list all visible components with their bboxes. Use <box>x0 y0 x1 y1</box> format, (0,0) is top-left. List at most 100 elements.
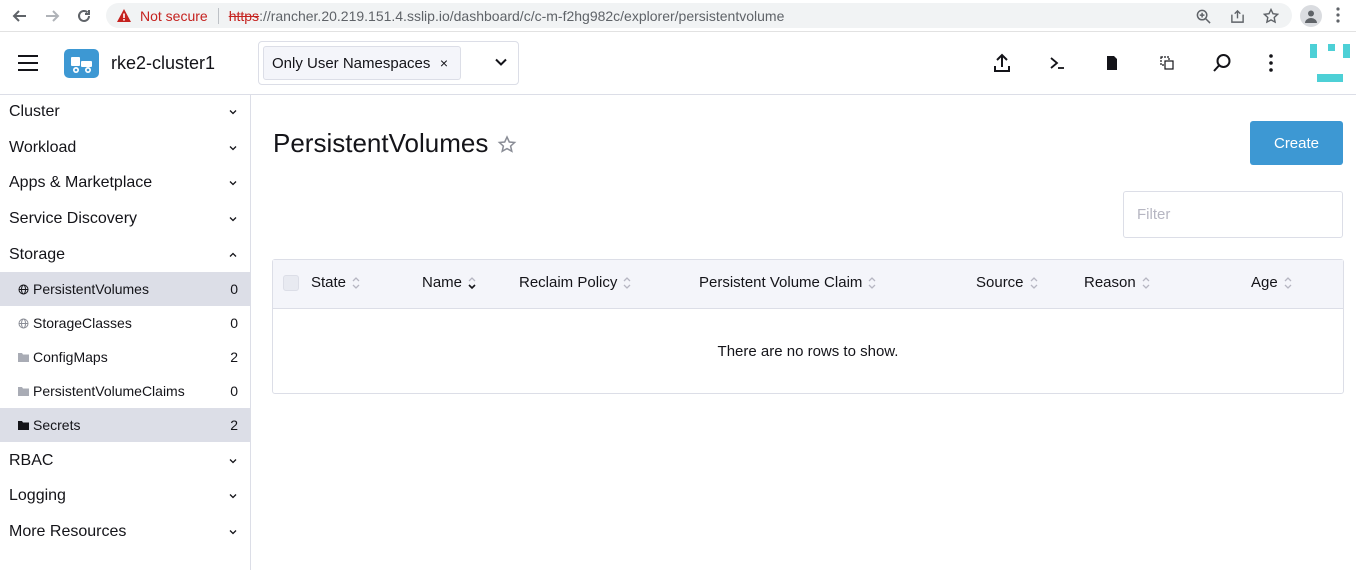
column-header-age[interactable]: Age <box>1251 274 1292 291</box>
warning-icon <box>117 8 131 22</box>
empty-table-message: There are no rows to show. <box>717 342 899 360</box>
sort-icon <box>1284 276 1292 289</box>
share-icon[interactable] <box>1228 7 1246 25</box>
sidebar-group-cluster[interactable]: Cluster <box>0 95 250 129</box>
back-icon[interactable] <box>10 6 30 26</box>
cluster-name: rke2-cluster1 <box>111 53 216 73</box>
persistentvolumes-table: State Name Reclaim Policy Persistent Vol… <box>272 259 1344 394</box>
chevron-up-icon <box>229 252 237 257</box>
remove-namespace-filter-icon[interactable]: × <box>440 55 448 71</box>
namespace-filter-label: Only User Namespaces <box>272 54 431 72</box>
reload-icon[interactable] <box>74 6 94 26</box>
url-scheme: https <box>228 7 260 24</box>
copy-kubeconfig-icon[interactable] <box>1156 52 1178 74</box>
sidebar-group-label: RBAC <box>9 452 54 469</box>
download-kubeconfig-icon[interactable] <box>1101 52 1123 74</box>
search-icon[interactable] <box>1211 52 1233 74</box>
sidebar-item-label: Secrets <box>33 417 81 433</box>
chevron-down-icon <box>229 181 237 186</box>
sort-icon <box>1142 276 1150 289</box>
column-header-source[interactable]: Source <box>976 274 1038 291</box>
sidebar-group-label: More Resources <box>9 523 127 540</box>
column-header-name[interactable]: Name <box>422 274 476 291</box>
column-label: Reason <box>1084 274 1136 291</box>
folder-icon <box>18 386 29 397</box>
sidebar-group-more-resources[interactable]: More Resources <box>0 515 250 549</box>
sidebar-group-label: Service Discovery <box>9 210 138 227</box>
url-text: ://rancher.20.219.151.4.sslip.io/dashboa… <box>259 7 785 24</box>
sidebar-item-persistentvolumeclaims[interactable]: PersistentVolumeClaims 0 <box>0 374 250 408</box>
chevron-down-icon[interactable] <box>494 55 508 69</box>
bookmark-star-icon[interactable] <box>1262 7 1280 25</box>
column-label: Source <box>976 274 1024 291</box>
sidebar-group-label: Workload <box>9 139 77 156</box>
sidebar-item-label: PersistentVolumes <box>33 281 149 297</box>
column-header-state[interactable]: State <box>311 274 360 291</box>
security-label: Not secure <box>140 7 208 24</box>
create-button[interactable]: Create <box>1250 121 1343 165</box>
browser-toolbar: Not secure https ://rancher.20.219.151.4… <box>0 0 1356 32</box>
sidebar-item-configmaps[interactable]: ConfigMaps 2 <box>0 340 250 374</box>
import-yaml-icon[interactable] <box>991 52 1013 74</box>
select-all-checkbox[interactable] <box>283 275 299 291</box>
sidebar-group-workload[interactable]: Workload <box>0 131 250 165</box>
kubectl-shell-icon[interactable] <box>1046 52 1068 74</box>
user-avatar[interactable] <box>1310 44 1350 84</box>
column-header-reclaim-policy[interactable]: Reclaim Policy <box>519 274 631 291</box>
menu-icon[interactable] <box>18 55 38 71</box>
sidebar-group-label: Cluster <box>9 103 60 120</box>
sidebar-item-secrets[interactable]: Secrets 2 <box>0 408 250 442</box>
sidebar-item-label: PersistentVolumeClaims <box>33 383 185 399</box>
sidebar-item-count: 2 <box>230 349 238 365</box>
filter-input[interactable] <box>1123 191 1343 238</box>
sidebar: Cluster Workload Apps & Marketplace Serv… <box>0 95 251 570</box>
namespace-filter-select[interactable]: Only User Namespaces × <box>258 41 519 85</box>
chevron-down-icon <box>229 110 237 115</box>
sort-icon <box>1030 276 1037 289</box>
table-header: State Name Reclaim Policy Persistent Vol… <box>273 260 1343 309</box>
sidebar-group-service-discovery[interactable]: Service Discovery <box>0 202 250 236</box>
sidebar-item-label: StorageClasses <box>33 315 132 331</box>
page-title: PersistentVolumes <box>273 128 489 158</box>
chevron-down-icon <box>229 459 237 464</box>
folder-icon <box>18 420 29 431</box>
sidebar-group-label: Apps & Marketplace <box>9 174 153 191</box>
omnibox-divider <box>217 7 219 24</box>
chevron-down-icon <box>229 217 237 222</box>
column-label: Reclaim Policy <box>519 274 618 291</box>
sort-icon <box>352 276 360 289</box>
sidebar-group-label: Logging <box>9 487 66 504</box>
zoom-icon[interactable] <box>1194 7 1212 25</box>
column-header-persistent-volume-claim[interactable]: Persistent Volume Claim <box>699 274 876 291</box>
app-header: rke2-cluster1 Only User Namespaces × <box>0 32 1356 95</box>
sidebar-item-persistentvolumes[interactable]: PersistentVolumes 0 <box>0 272 250 306</box>
security-indicator[interactable]: Not secure <box>116 8 208 24</box>
sidebar-item-count: 0 <box>230 383 238 399</box>
browser-menu-icon[interactable] <box>1336 7 1340 27</box>
sort-icon <box>623 276 631 289</box>
folder-icon <box>18 352 29 363</box>
sidebar-item-count: 0 <box>230 281 238 297</box>
forward-icon[interactable] <box>42 6 62 26</box>
globe-icon <box>18 318 29 329</box>
globe-icon <box>18 284 29 295</box>
column-label: Persistent Volume Claim <box>699 274 863 291</box>
sidebar-item-count: 2 <box>230 417 238 433</box>
sidebar-group-logging[interactable]: Logging <box>0 479 250 513</box>
namespace-filter-chip: Only User Namespaces × <box>263 46 461 80</box>
sort-icon <box>468 276 476 289</box>
profile-icon[interactable] <box>1300 5 1322 27</box>
sidebar-group-apps-marketplace[interactable]: Apps & Marketplace <box>0 166 250 200</box>
column-label: Age <box>1251 274 1278 291</box>
favorite-star-icon[interactable] <box>497 135 517 155</box>
sidebar-item-storageclasses[interactable]: StorageClasses 0 <box>0 306 250 340</box>
chevron-down-icon <box>229 494 237 499</box>
sidebar-group-rbac[interactable]: RBAC <box>0 444 250 478</box>
column-header-reason[interactable]: Reason <box>1084 274 1150 291</box>
cluster-logo-icon[interactable] <box>64 49 99 78</box>
sidebar-item-label: ConfigMaps <box>33 349 108 365</box>
sidebar-group-storage[interactable]: Storage <box>0 238 250 272</box>
more-options-icon[interactable] <box>1260 52 1282 74</box>
sidebar-group-label: Storage <box>9 246 66 263</box>
address-bar[interactable]: Not secure https ://rancher.20.219.151.4… <box>106 3 1292 28</box>
